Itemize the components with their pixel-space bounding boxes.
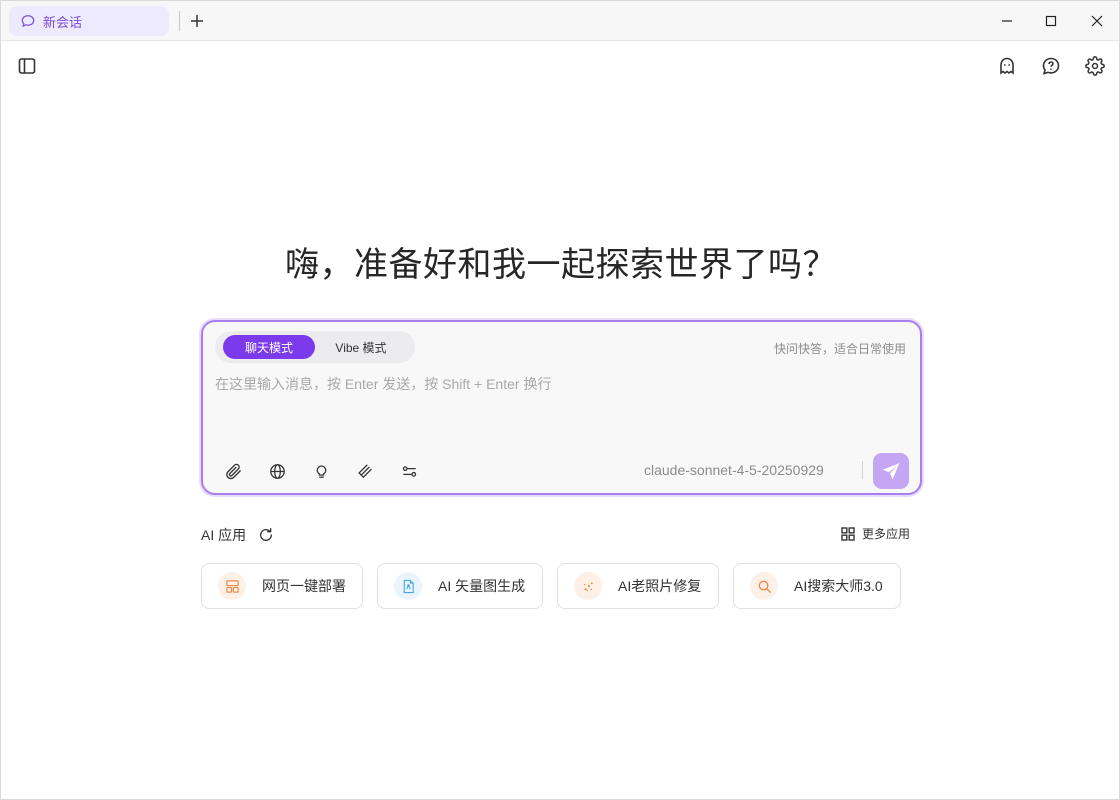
sidebar-toggle-button[interactable]: [13, 52, 41, 80]
paperclip-icon: [225, 463, 242, 480]
app-card-vector-gen[interactable]: AI 矢量图生成: [377, 563, 543, 609]
chat-bubble-icon: [21, 14, 43, 28]
new-tab-button[interactable]: [187, 11, 207, 31]
tab-divider: [179, 11, 180, 31]
app-label: AI老照片修复: [618, 578, 702, 594]
maximize-icon: [1045, 15, 1057, 27]
app-label: AI搜索大师3.0: [794, 578, 883, 594]
app-card-ai-search[interactable]: AI搜索大师3.0: [733, 563, 901, 609]
layout-icon: [218, 572, 246, 600]
help-button[interactable]: [1037, 52, 1065, 80]
mode-hint: 快问快答，适合日常使用: [773, 342, 906, 356]
more-apps-link[interactable]: 更多应用: [841, 525, 910, 542]
minimize-button[interactable]: [995, 9, 1019, 33]
settings-button[interactable]: [1081, 52, 1109, 80]
knowledge-button[interactable]: [353, 459, 377, 483]
app-window: 新会话 嗨，准备好和我一起探索世界了吗？ 聊天模式 Vibe 模式 快问快答，适…: [0, 0, 1120, 800]
sliders-icon: [401, 463, 418, 480]
vibe-mode-button[interactable]: Vibe 模式: [319, 335, 403, 359]
help-icon: [1041, 56, 1061, 76]
more-apps-label: 更多应用: [862, 527, 911, 541]
send-button[interactable]: [873, 453, 909, 489]
app-card-web-deploy[interactable]: 网页一键部署: [201, 563, 363, 609]
title-bar: 新会话: [1, 1, 1119, 41]
globe-icon: [269, 463, 286, 480]
model-selector[interactable]: claude-sonnet-4-5-20250929: [644, 462, 824, 478]
app-label: AI 矢量图生成: [438, 578, 526, 594]
ghost-button[interactable]: [993, 52, 1021, 80]
attach-button[interactable]: [221, 459, 245, 483]
sidebar-toggle-icon: [17, 56, 37, 76]
plus-icon: [190, 14, 204, 28]
sparkle-icon: [574, 572, 602, 600]
welcome-headline: 嗨，准备好和我一起探索世界了吗？: [285, 245, 837, 285]
message-input[interactable]: [215, 374, 905, 444]
mode-switch: 聊天模式 Vibe 模式: [215, 331, 415, 363]
layers-icon: [357, 463, 374, 480]
app-label: 网页一键部署: [262, 578, 346, 594]
app-card-photo-restore[interactable]: AI老照片修复: [557, 563, 719, 609]
message-composer: 聊天模式 Vibe 模式 快问快答，适合日常使用 在这里输入消息，按 Enter…: [201, 320, 922, 495]
ai-apps-title: AI 应用: [201, 527, 247, 543]
minimize-icon: [1001, 15, 1013, 27]
search-icon: [750, 572, 778, 600]
chat-mode-button[interactable]: 聊天模式: [223, 335, 315, 359]
close-icon: [1091, 15, 1103, 27]
grid-icon: [841, 526, 862, 541]
ai-apps-header: AI 应用: [201, 525, 274, 545]
web-search-button[interactable]: [265, 459, 289, 483]
settings-sliders-button[interactable]: [397, 459, 421, 483]
lightbulb-icon: [313, 463, 330, 480]
send-icon: [881, 461, 901, 481]
tab-new-chat[interactable]: 新会话: [9, 6, 169, 36]
refresh-icon[interactable]: [258, 527, 274, 543]
vector-file-icon: [394, 572, 422, 600]
close-window-button[interactable]: [1085, 9, 1109, 33]
tab-label: 新会话: [43, 14, 83, 30]
ghost-icon: [997, 56, 1017, 76]
reasoning-button[interactable]: [309, 459, 333, 483]
gear-icon: [1085, 56, 1105, 76]
maximize-button[interactable]: [1039, 9, 1063, 33]
model-divider: [862, 461, 863, 479]
